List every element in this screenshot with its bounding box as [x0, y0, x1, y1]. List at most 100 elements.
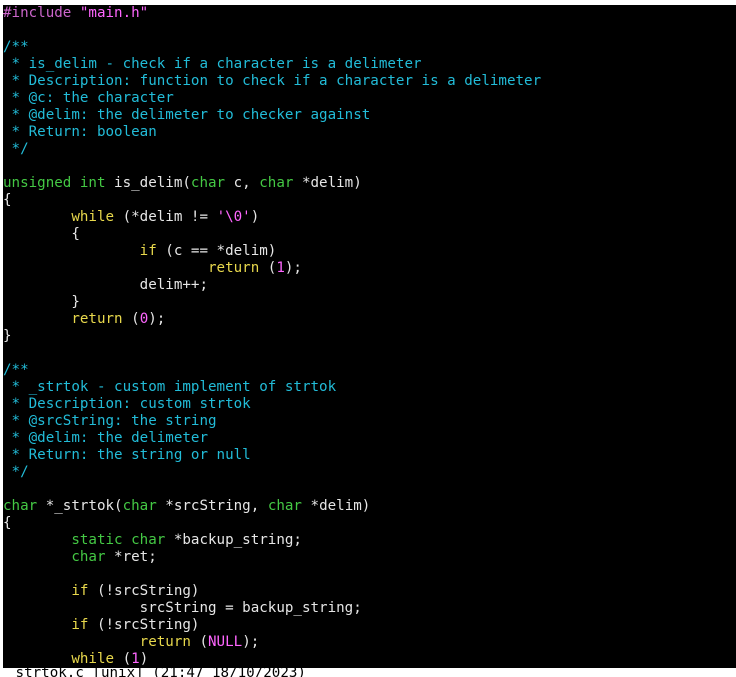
code-token: if: [139, 243, 157, 259]
code-line: return (1);: [3, 260, 302, 277]
code-token: "main.h": [79, 5, 149, 21]
code-token: char: [71, 549, 106, 565]
code-token: (!srcString): [88, 617, 200, 633]
code-token: * Description: custom strtok: [3, 396, 251, 412]
code-line: * Return: the string or null: [3, 447, 251, 464]
code-token: srcString = backup_string;: [3, 600, 362, 616]
code-token: *srcString,: [156, 498, 268, 514]
code-line: while (*delim != '\0'): [3, 209, 259, 226]
code-line: */: [3, 464, 29, 481]
code-line: }: [3, 328, 12, 345]
code-token: char: [267, 498, 302, 514]
code-token: return: [71, 311, 123, 327]
code-token: (!srcString): [88, 583, 200, 599]
code-token: * @c: the character: [3, 90, 174, 106]
code-token: * Return: the string or null: [3, 447, 251, 463]
code-token: *_strtok(: [37, 498, 123, 514]
code-token: ): [139, 651, 149, 667]
code-token: * @delim: the delimeter: [3, 430, 208, 446]
code-line: while (1): [3, 651, 148, 668]
code-line: /**: [3, 362, 29, 379]
code-token: */: [3, 464, 29, 480]
code-line: static char *backup_string;: [3, 532, 302, 549]
code-token: if: [71, 583, 89, 599]
code-token: char: [259, 175, 294, 191]
code-line: {: [3, 515, 12, 532]
code-token: NULL: [208, 634, 243, 650]
code-token: unsigned int: [3, 175, 106, 191]
code-line: if (c == *delim): [3, 243, 277, 260]
code-token: * @delim: the delimeter to checker again…: [3, 107, 371, 123]
code-token: (: [122, 311, 140, 327]
code-token: static char: [71, 532, 166, 548]
code-line: {: [3, 192, 12, 209]
code-token: */: [3, 141, 29, 157]
code-token: ): [250, 209, 260, 225]
code-line: * @srcString: the string: [3, 413, 217, 430]
code-token: (*delim !=: [114, 209, 217, 225]
code-token: *ret;: [105, 549, 157, 565]
code-line: if (!srcString): [3, 583, 199, 600]
code-token: return: [208, 260, 260, 276]
code-line: */: [3, 141, 29, 158]
code-token: {: [3, 515, 12, 531]
code-token: 1: [276, 260, 285, 276]
code-token: * _strtok - custom implement of strtok: [3, 379, 337, 395]
code-token: (: [259, 260, 277, 276]
code-line: * _strtok - custom implement of strtok: [3, 379, 337, 396]
code-line: }: [3, 294, 80, 311]
code-line: * is_delim - check if a character is a d…: [3, 56, 422, 73]
code-token: *delim): [301, 498, 371, 514]
code-token: {: [3, 226, 80, 242]
code-token: * is_delim - check if a character is a d…: [3, 56, 422, 72]
code-line: * @delim: the delimeter to checker again…: [3, 107, 371, 124]
code-token: }: [3, 328, 12, 344]
code-token: 0: [139, 311, 149, 327]
code-line: return (0);: [3, 311, 165, 328]
status-bar: _strtok.c [unix] (21:47 18/10/2023): [3, 668, 736, 677]
code-token: char: [122, 498, 157, 514]
code-token: delim++;: [3, 277, 208, 293]
code-line: char *_strtok(char *srcString, char *del…: [3, 498, 370, 515]
code-line: * @delim: the delimeter: [3, 430, 208, 447]
status-text: _strtok.c [unix] (21:47 18/10/2023): [7, 668, 306, 677]
code-line: return (NULL);: [3, 634, 260, 651]
code-token: *delim): [293, 175, 362, 191]
code-line: delim++;: [3, 277, 208, 294]
code-line: /**: [3, 39, 29, 56]
code-line: * Return: boolean: [3, 124, 157, 141]
code-token: char: [190, 175, 226, 191]
code-token: while: [71, 651, 115, 667]
code-token: {: [3, 192, 12, 208]
code-token: (: [114, 651, 132, 667]
code-token: return: [139, 634, 191, 650]
code-line: srcString = backup_string;: [3, 600, 362, 617]
code-token: }: [3, 294, 80, 310]
code-token: if: [71, 617, 89, 633]
code-token: 1: [131, 651, 140, 667]
code-token: /**: [3, 362, 29, 378]
code-editor[interactable]: #include "main.h" /** * is_delim - check …: [3, 5, 736, 668]
code-token: );: [284, 260, 302, 276]
code-line: * Description: function to check if a ch…: [3, 73, 542, 90]
code-token: );: [242, 634, 260, 650]
code-line: #include "main.h": [3, 5, 148, 22]
code-line: unsigned int is_delim(char c, char *deli…: [3, 175, 362, 192]
code-line: * Description: custom strtok: [3, 396, 251, 413]
code-token: #include: [3, 5, 72, 21]
code-token: *backup_string;: [165, 532, 302, 548]
code-token: /**: [3, 39, 29, 55]
code-token: * Description: function to check if a ch…: [3, 73, 542, 89]
code-line: {: [3, 226, 80, 243]
code-token: (c == *delim): [156, 243, 277, 259]
code-token: );: [148, 311, 166, 327]
